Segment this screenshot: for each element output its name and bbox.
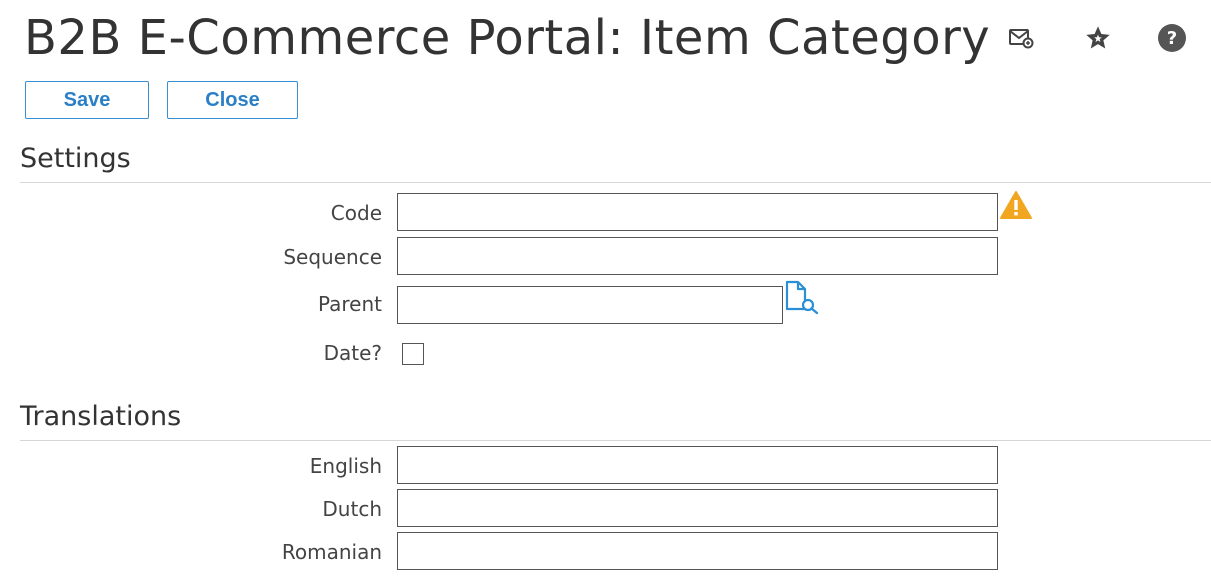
romanian-label: Romanian bbox=[281, 540, 382, 564]
warning-icon bbox=[999, 190, 1033, 220]
translations-section-title: Translations bbox=[20, 401, 182, 432]
svg-text:?: ? bbox=[1167, 28, 1177, 49]
english-label: English bbox=[309, 454, 382, 478]
sequence-label: Sequence bbox=[283, 245, 382, 269]
code-label: Code bbox=[330, 201, 382, 225]
close-button[interactable]: Close bbox=[167, 81, 298, 119]
translations-divider bbox=[20, 440, 1211, 441]
save-button[interactable]: Save bbox=[25, 81, 149, 119]
settings-divider bbox=[20, 182, 1211, 183]
parent-field[interactable] bbox=[397, 286, 783, 324]
lookup-icon[interactable] bbox=[784, 279, 820, 315]
sequence-field[interactable] bbox=[397, 237, 998, 275]
help-icon[interactable]: ? bbox=[1156, 22, 1188, 54]
parent-label: Parent bbox=[317, 292, 382, 316]
romanian-field[interactable] bbox=[397, 532, 998, 570]
page-title: B2B E-Commerce Portal: Item Category bbox=[24, 10, 991, 66]
star-icon[interactable] bbox=[1082, 22, 1114, 54]
dutch-label: Dutch bbox=[322, 497, 382, 521]
mail-icon[interactable] bbox=[1005, 22, 1037, 54]
date-checkbox[interactable] bbox=[402, 343, 424, 365]
code-field[interactable] bbox=[397, 193, 998, 231]
date-label: Date? bbox=[323, 341, 382, 365]
settings-section-title: Settings bbox=[20, 143, 131, 174]
english-field[interactable] bbox=[397, 446, 998, 484]
dutch-field[interactable] bbox=[397, 489, 998, 527]
